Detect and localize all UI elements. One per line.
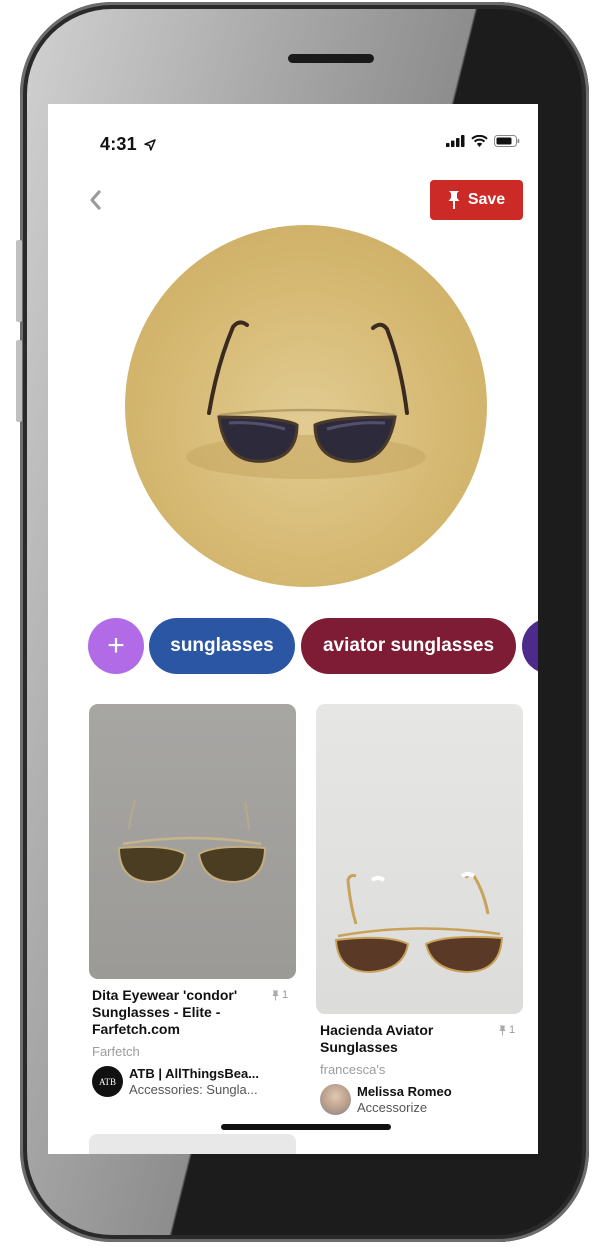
pin-user[interactable]: Melissa Romeo Accessorize [320,1084,452,1116]
phone-side-button [16,340,22,422]
aviator-photo [334,872,504,974]
back-chevron-icon [90,190,101,210]
next-pin-peek[interactable] [89,1134,296,1154]
phone-side-button [16,240,22,322]
hero-image[interactable] [125,225,487,587]
pin-save-count: 1 [272,989,288,1001]
signal-icon [446,135,465,147]
plus-icon: + [107,629,125,662]
pin-icon [499,1025,506,1035]
chip-sunglasses[interactable]: sunglasses [149,618,295,674]
chip-next[interactable] [522,618,538,674]
status-icons [446,135,520,147]
add-chip-button[interactable]: + [88,618,144,674]
pin-username[interactable]: ATB | AllThingsBea... [129,1066,259,1082]
pin-board[interactable]: Accessories: Sungla... [129,1082,259,1098]
home-indicator[interactable] [221,1124,391,1130]
pin-image[interactable] [89,704,296,979]
pin-icon [448,191,460,209]
status-time: 4:31 [100,134,156,155]
related-chips: + sunglasses aviator sunglasses [88,618,538,674]
pin-username[interactable]: Melissa Romeo [357,1084,452,1100]
pin-title[interactable]: Hacienda Aviator Sunglasses [320,1022,480,1056]
pin-save-count: 1 [499,1024,515,1036]
pin-source[interactable]: francesca's [320,1062,385,1077]
avatar[interactable] [320,1084,351,1115]
wifi-icon [471,135,488,147]
phone-speaker [288,54,374,63]
aviator-photo [117,799,267,884]
pin-image[interactable] [316,704,523,1014]
chip-aviator-sunglasses[interactable]: aviator sunglasses [301,618,516,674]
avatar[interactable]: ATB [92,1066,123,1097]
app-screen: 4:31 Save + sunglasses aviator sunglasse… [48,104,538,1154]
pin-user[interactable]: ATB ATB | AllThingsBea... Accessories: S… [92,1066,259,1098]
save-button[interactable]: Save [430,180,523,220]
pin-title[interactable]: Dita Eyewear 'condor' Sunglasses - Elite… [92,987,262,1038]
location-arrow-icon [144,139,156,151]
pin-icon [272,990,279,1000]
save-button-label: Save [467,191,506,208]
battery-icon [494,135,520,147]
sunglasses-photo [186,320,426,479]
pin-board[interactable]: Accessorize [357,1100,452,1116]
pin-source[interactable]: Farfetch [92,1044,140,1059]
back-button[interactable] [84,188,108,212]
